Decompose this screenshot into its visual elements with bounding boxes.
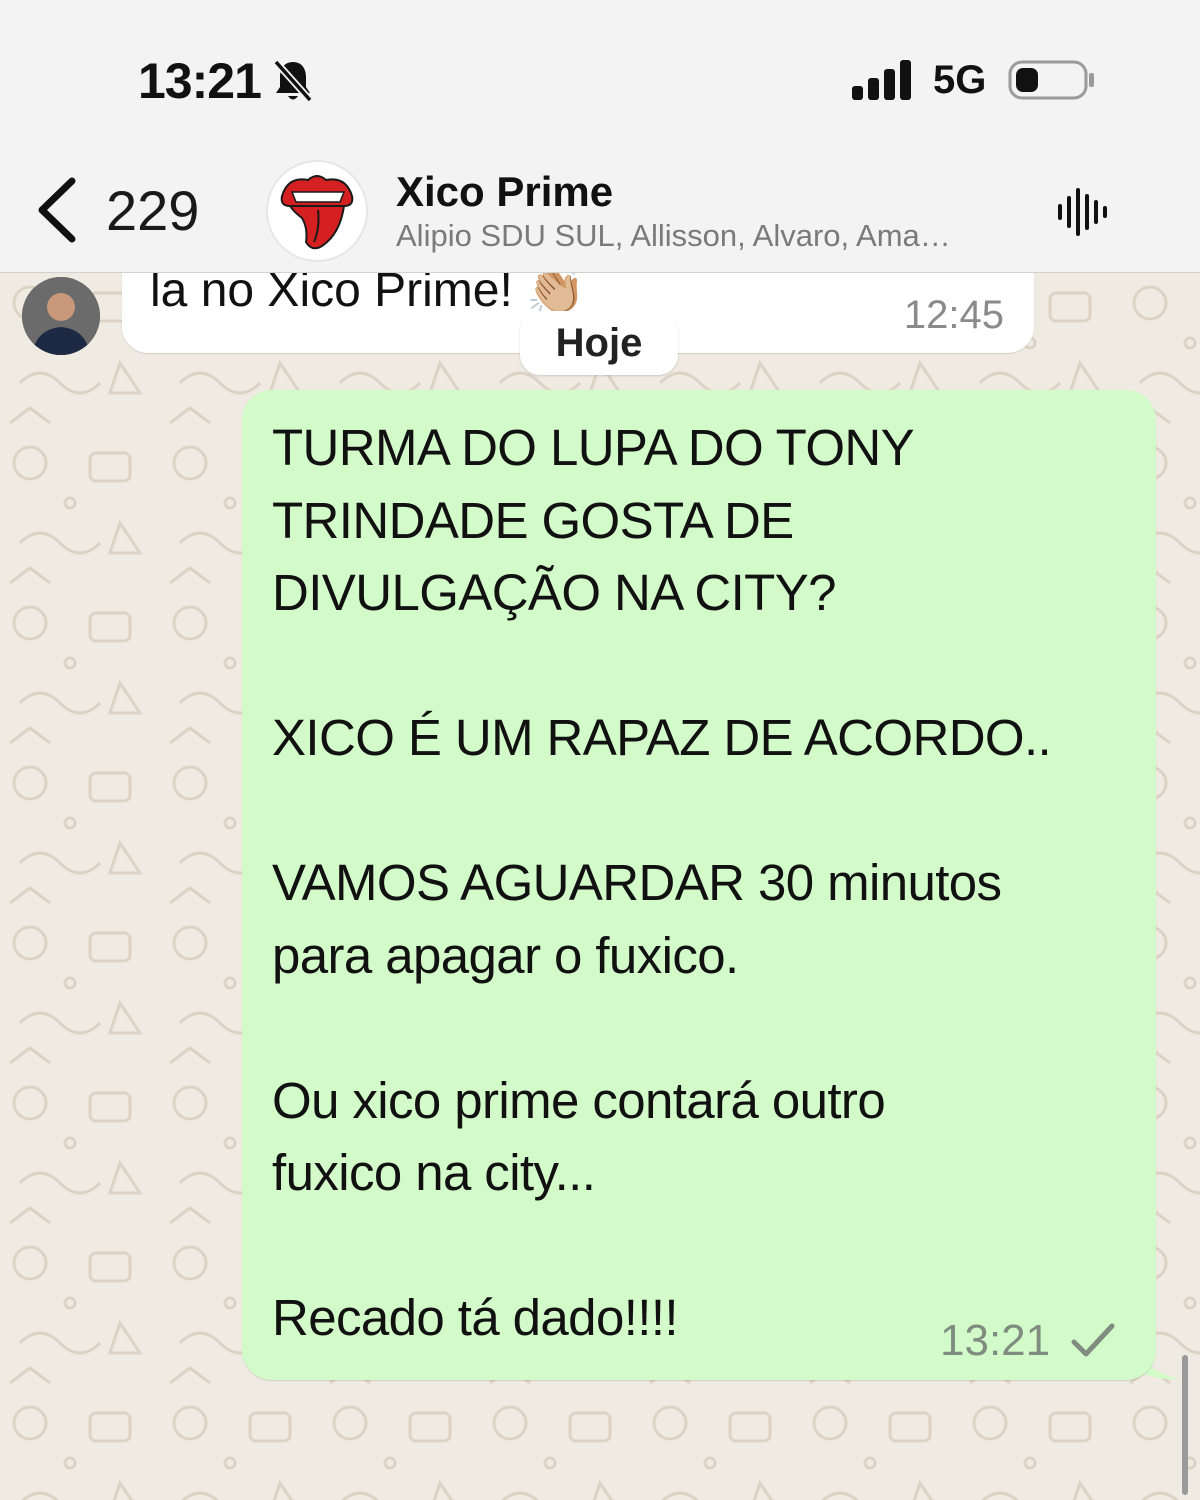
- message-line: fuxico na city...: [272, 1144, 596, 1201]
- message-line: [272, 1210, 1142, 1283]
- chat-area[interactable]: la no Xico Prime! 👏🏼 12:45 Hoje TURMA DO…: [0, 273, 1200, 1500]
- message-line: [272, 775, 1142, 848]
- signal-icon: [852, 60, 911, 100]
- message-line: Ou xico prime contará outro: [272, 1071, 886, 1129]
- message-line: para apagar o fuxico.: [272, 926, 739, 984]
- message-line: DIVULGAÇÃO NA CITY?: [272, 564, 837, 621]
- bell-slash-icon: [273, 59, 313, 103]
- group-members[interactable]: Alipio SDU SUL, Allisson, Alvaro, Ama…: [396, 218, 1026, 254]
- unread-count: 229: [106, 178, 200, 242]
- message-line: [272, 992, 1142, 1065]
- battery-icon: [1008, 60, 1094, 100]
- group-avatar[interactable]: [266, 160, 368, 262]
- network-label: 5G: [933, 58, 987, 102]
- rolling-stones-tongue-logo: [280, 175, 354, 250]
- status-bar: 13:21 5G: [0, 0, 1200, 150]
- message-line: TURMA DO LUPA DO TONY: [272, 419, 915, 476]
- date-separator: Hoje: [520, 311, 678, 375]
- outgoing-message-time: 13:21: [940, 1316, 1051, 1365]
- sender-avatar[interactable]: [22, 277, 100, 355]
- voice-waveform-icon[interactable]: [1056, 186, 1110, 238]
- scrollbar[interactable]: [1182, 1355, 1188, 1495]
- chevron-left-icon: [38, 177, 76, 243]
- person-avatar-icon: [22, 277, 100, 355]
- message-line: VAMOS AGUARDAR 30 minutos: [272, 854, 1002, 911]
- incoming-message-text: la no Xico Prime! 👏🏼: [150, 273, 586, 317]
- single-check-icon: [1071, 1323, 1115, 1357]
- message-line: [272, 630, 1142, 703]
- outgoing-message-text: TURMA DO LUPA DO TONY TRINDADE GOSTA DE …: [272, 412, 1142, 1355]
- outgoing-message-bubble[interactable]: TURMA DO LUPA DO TONY TRINDADE GOSTA DE …: [242, 390, 1156, 1380]
- message-line: TRINDADE GOSTA DE: [272, 491, 794, 549]
- chat-header: 229 Xico Prime Alipio SDU SUL, Allisson,…: [0, 150, 1200, 273]
- message-line: XICO É UM RAPAZ DE ACORDO..: [272, 709, 1052, 766]
- back-button[interactable]: 229: [30, 170, 199, 250]
- status-time: 13:21: [138, 53, 262, 109]
- incoming-message-time: 12:45: [903, 293, 1004, 337]
- group-title[interactable]: Xico Prime: [396, 168, 613, 216]
